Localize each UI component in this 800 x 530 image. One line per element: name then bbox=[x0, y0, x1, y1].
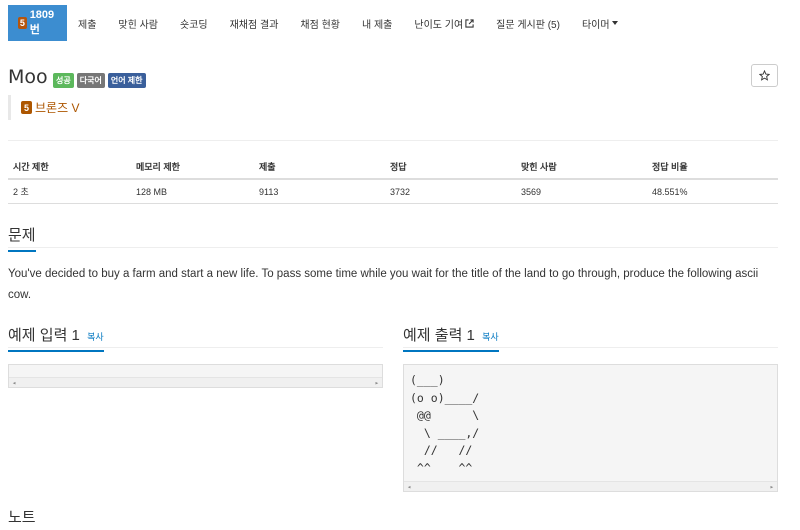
header-accepted: 정답 bbox=[385, 155, 516, 180]
sample-output-title: 예제 출력 bbox=[403, 327, 463, 344]
label-multilingual: 다국어 bbox=[76, 73, 105, 88]
copy-input-button[interactable]: 복사 bbox=[87, 332, 104, 342]
divider bbox=[8, 140, 778, 141]
solvers-value: 3569 bbox=[516, 179, 647, 204]
accept-ratio-value: 48.551% bbox=[647, 179, 778, 204]
sample-output-box[interactable]: (___) (o o)____/ @@ \ \ ____,/ // // ^^ … bbox=[403, 364, 778, 492]
problem-title: Moo bbox=[8, 66, 48, 88]
divider bbox=[8, 347, 383, 348]
note-heading-text: 노트 bbox=[8, 509, 36, 526]
nav-my-submissions[interactable]: 내 제출 bbox=[351, 5, 403, 41]
sample-input-title: 예제 입력 bbox=[8, 327, 68, 344]
nav-status[interactable]: 채점 현황 bbox=[289, 5, 351, 41]
header-time-limit: 시간 제한 bbox=[8, 155, 131, 180]
header-accept-ratio: 정답 비율 bbox=[647, 155, 778, 180]
table-row: 2 초 128 MB 9113 3732 3569 48.551% bbox=[8, 179, 778, 204]
nav-timer[interactable]: 타이머 bbox=[571, 5, 629, 41]
label-language-restricted[interactable]: 언어 제한 bbox=[107, 73, 146, 88]
scroll-right-icon[interactable]: ▸ bbox=[770, 482, 774, 492]
scroll-left-icon[interactable]: ◂ bbox=[407, 482, 411, 492]
accepted-value: 3732 bbox=[385, 179, 516, 204]
memory-limit-value: 128 MB bbox=[131, 179, 254, 204]
label-success: 성공 bbox=[53, 73, 74, 88]
problem-nav: 5 1809번 제출 맞힌 사람 숏코딩 재채점 결과 채점 현황 내 제출 난… bbox=[8, 5, 792, 41]
sample-output-number: 1 bbox=[466, 327, 475, 344]
favorite-button[interactable] bbox=[751, 64, 778, 87]
note-section-heading: 노트 bbox=[8, 506, 36, 527]
nav-submit[interactable]: 제출 bbox=[67, 5, 107, 41]
nav-solvers[interactable]: 맞힌 사람 bbox=[107, 5, 169, 41]
nav-short-coding[interactable]: 숏코딩 bbox=[169, 5, 219, 41]
nav-difficulty-contribute[interactable]: 난이도 기여 bbox=[403, 5, 485, 41]
problem-tier[interactable]: 5 브론즈 V bbox=[8, 95, 79, 120]
horizontal-scrollbar[interactable]: ◂ ▸ bbox=[9, 377, 382, 387]
nav-qna-board[interactable]: 질문 게시판 (5) bbox=[485, 5, 571, 41]
copy-output-button[interactable]: 복사 bbox=[482, 332, 499, 342]
scroll-right-icon[interactable]: ▸ bbox=[375, 378, 379, 388]
divider bbox=[8, 247, 778, 248]
divider bbox=[403, 347, 778, 348]
submissions-value: 9113 bbox=[254, 179, 385, 204]
problem-description: You've decided to buy a farm and start a… bbox=[8, 268, 759, 301]
time-limit-value: 2 초 bbox=[8, 179, 131, 204]
sample-output-text: (___) (o o)____/ @@ \ \ ____,/ // // ^^ … bbox=[410, 373, 480, 475]
nav-problem-number-label: 1809번 bbox=[29, 9, 55, 36]
external-link-icon bbox=[465, 18, 474, 28]
problem-info-table: 시간 제한 메모리 제한 제출 정답 맞힌 사람 정답 비율 2 초 128 M… bbox=[8, 155, 778, 204]
bronze-tier-icon: 5 bbox=[21, 101, 32, 114]
nav-problem-number[interactable]: 5 1809번 bbox=[8, 5, 67, 41]
tier-badge-icon: 5 bbox=[18, 17, 27, 29]
sample-input-box[interactable]: ◂ ▸ bbox=[8, 364, 383, 388]
problem-labels: 성공 다국어 언어 제한 bbox=[53, 73, 146, 88]
tier-name: 브론즈 V bbox=[35, 101, 80, 115]
nav-rejudge[interactable]: 재채점 결과 bbox=[219, 5, 290, 41]
horizontal-scrollbar[interactable]: ◂ ▸ bbox=[404, 481, 777, 491]
header-solvers: 맞힌 사람 bbox=[516, 155, 647, 180]
nav-difficulty-label: 난이도 기여 bbox=[414, 19, 464, 31]
header-submissions: 제출 bbox=[254, 155, 385, 180]
table-header-row: 시간 제한 메모리 제한 제출 정답 맞힌 사람 정답 비율 bbox=[8, 155, 778, 180]
header-memory-limit: 메모리 제한 bbox=[131, 155, 254, 180]
star-icon bbox=[759, 70, 770, 81]
scroll-left-icon[interactable]: ◂ bbox=[12, 378, 16, 388]
nav-timer-label: 타이머 bbox=[581, 19, 610, 31]
caret-down-icon bbox=[611, 21, 618, 25]
sample-input-number: 1 bbox=[71, 327, 80, 344]
